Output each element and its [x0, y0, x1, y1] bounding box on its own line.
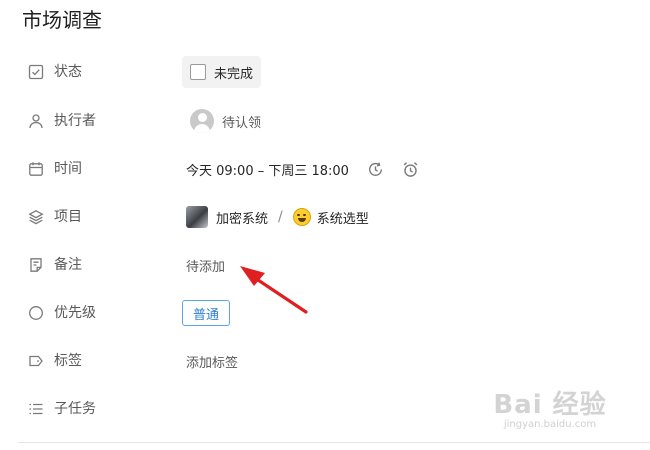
annotation-arrow [240, 266, 308, 314]
watermark-logo: Bai 经验 [493, 390, 607, 420]
baidu-watermark: Bai 经验 jingyan.baidu.com [488, 384, 612, 430]
watermark-url: jingyan.baidu.com [503, 419, 597, 430]
